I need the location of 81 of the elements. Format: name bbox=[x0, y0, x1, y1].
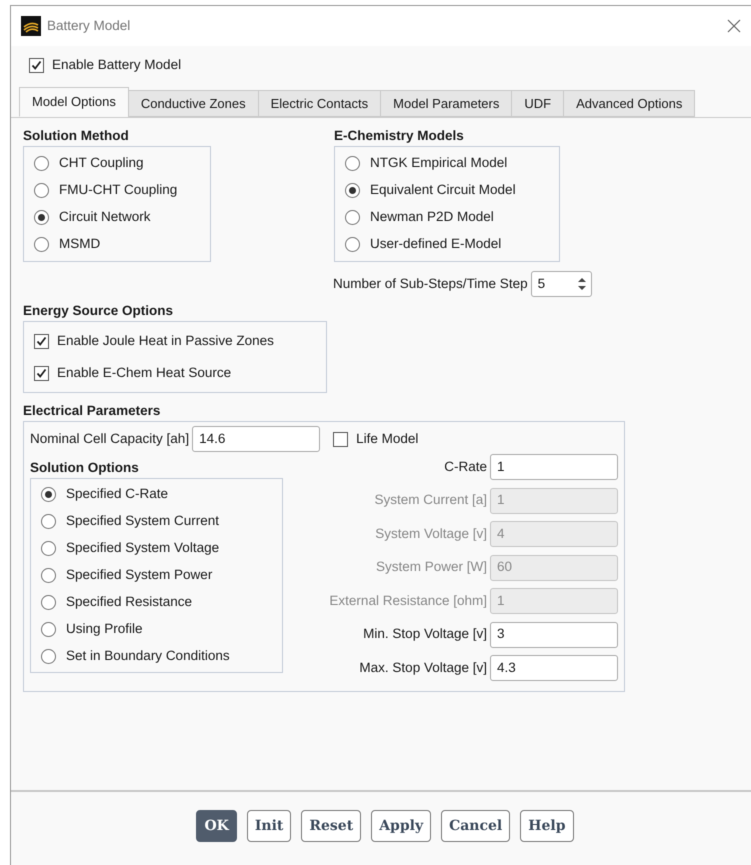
text-field[interactable]: 4.3 bbox=[490, 655, 618, 681]
checkbox-label: Enable E-Chem Heat Source bbox=[57, 364, 232, 382]
tab[interactable]: Conductive Zones bbox=[128, 90, 259, 117]
checkbox[interactable]: Enable Joule Heat in Passive Zones bbox=[34, 328, 274, 354]
dialog-button[interactable]: Help bbox=[520, 810, 574, 842]
radio-button[interactable] bbox=[345, 183, 360, 198]
checkbox-box[interactable] bbox=[34, 334, 49, 348]
checkbox-label: Life Model bbox=[356, 430, 418, 448]
radio-button[interactable] bbox=[34, 210, 49, 225]
text-field[interactable]: 3 bbox=[490, 622, 618, 648]
radio-label: Using Profile bbox=[66, 620, 143, 638]
app-logo-icon bbox=[21, 16, 41, 36]
group-title: Solution Method bbox=[23, 127, 130, 145]
radio-button[interactable] bbox=[41, 487, 56, 502]
radio-label: User-defined E-Model bbox=[370, 235, 502, 254]
field-label: Max. Stop Voltage [v] bbox=[359, 658, 487, 677]
group-title: E-Chemistry Models bbox=[334, 127, 465, 145]
checkmark-icon bbox=[36, 368, 47, 378]
field-label: Min. Stop Voltage [v] bbox=[363, 625, 487, 644]
text-field[interactable]: 14.6 bbox=[192, 426, 320, 452]
checkbox-box[interactable] bbox=[34, 366, 49, 380]
text-field[interactable]: 1 bbox=[490, 454, 618, 480]
radio-button[interactable] bbox=[34, 183, 49, 198]
field-label: C-Rate bbox=[444, 458, 487, 476]
field-value: 5 bbox=[538, 274, 546, 293]
dialog-button[interactable]: Reset bbox=[301, 810, 362, 842]
field-label: Nominal Cell Capacity [ah] bbox=[30, 430, 190, 448]
field-label: External Resistance [ohm] bbox=[329, 592, 487, 610]
window-title: Battery Model bbox=[47, 16, 130, 35]
checkbox-box[interactable] bbox=[333, 432, 348, 446]
dialog-button[interactable]: OK bbox=[196, 810, 237, 842]
dialog-button[interactable]: Apply bbox=[371, 810, 432, 842]
radio-button[interactable] bbox=[41, 649, 56, 664]
close-icon[interactable] bbox=[727, 19, 741, 33]
tab[interactable]: Electric Contacts bbox=[258, 90, 382, 117]
group-title: Solution Options bbox=[30, 459, 140, 477]
radio-label: NTGK Empirical Model bbox=[370, 154, 508, 172]
field-label: Number of Sub-Steps/Time Step bbox=[333, 274, 528, 293]
spinner-arrows-icon[interactable] bbox=[576, 276, 587, 292]
radio-button[interactable] bbox=[345, 210, 360, 225]
tab[interactable]: Model Options bbox=[19, 87, 129, 117]
radio-button[interactable] bbox=[41, 514, 56, 529]
radio-label: Specified System Power bbox=[66, 566, 212, 584]
checkmark-icon bbox=[36, 336, 47, 346]
group-title: Energy Source Options bbox=[23, 302, 174, 320]
tab[interactable]: Model Parameters bbox=[380, 90, 512, 117]
radio-label: Specified Resistance bbox=[66, 593, 192, 612]
radio-button[interactable] bbox=[345, 237, 360, 252]
field-label: System Current [a] bbox=[374, 491, 487, 510]
radio-label: MSMD bbox=[59, 235, 100, 254]
field-label: System Voltage [v] bbox=[375, 524, 487, 543]
dialog-button[interactable]: Init bbox=[246, 810, 292, 842]
radio-label: Newman P2D Model bbox=[370, 208, 494, 226]
tab[interactable]: UDF bbox=[511, 90, 564, 117]
radio-button[interactable] bbox=[345, 156, 360, 171]
radio-label: FMU-CHT Coupling bbox=[59, 181, 178, 200]
checkmark-icon bbox=[31, 60, 42, 70]
radio-button[interactable] bbox=[41, 622, 56, 637]
radio-button[interactable] bbox=[41, 595, 56, 610]
radio-label: Set in Boundary Conditions bbox=[66, 647, 230, 666]
checkbox-box[interactable] bbox=[29, 58, 44, 72]
radio-label: CHT Coupling bbox=[59, 154, 144, 172]
checkbox-label: Enable Joule Heat in Passive Zones bbox=[57, 332, 274, 350]
radio-button[interactable] bbox=[41, 568, 56, 583]
field-label: System Power [W] bbox=[376, 558, 487, 576]
checkbox[interactable]: Enable E-Chem Heat Source bbox=[34, 360, 232, 386]
radio-label: Specified System Current bbox=[66, 512, 220, 530]
radio-button[interactable] bbox=[34, 237, 49, 252]
checkbox-label: Enable Battery Model bbox=[52, 56, 182, 74]
radio-label: Specified C-Rate bbox=[66, 485, 168, 504]
tab[interactable]: Advanced Options bbox=[563, 90, 696, 117]
radio-label: Specified System Voltage bbox=[66, 539, 220, 558]
radio-label: Circuit Network bbox=[59, 208, 151, 226]
radio-button[interactable] bbox=[34, 156, 49, 171]
dialog-button[interactable]: Cancel bbox=[441, 810, 510, 842]
checkbox[interactable]: Enable Battery Model bbox=[29, 52, 751, 78]
radio-label: Equivalent Circuit Model bbox=[370, 181, 516, 200]
radio-button[interactable] bbox=[41, 541, 56, 556]
spinner-field[interactable]: 5 bbox=[530, 271, 592, 297]
checkbox[interactable]: Life Model bbox=[333, 426, 418, 452]
group-title: Electrical Parameters bbox=[23, 402, 162, 420]
